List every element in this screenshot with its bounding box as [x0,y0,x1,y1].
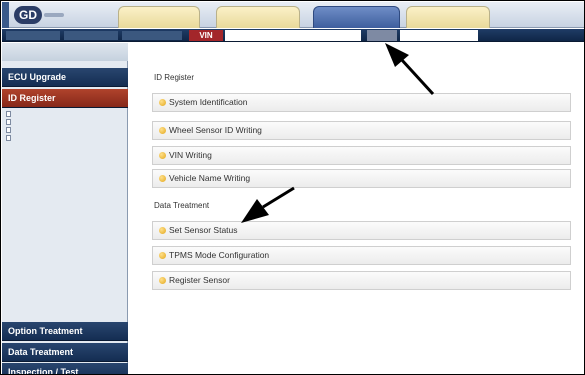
app-window: GD VIN ECU Upgrade ID Register Option Tr… [0,0,585,375]
callout-arrow-search [385,43,435,96]
callout-arrow-icon [241,43,435,223]
callout-arrow-set-sensor-status [241,186,295,223]
